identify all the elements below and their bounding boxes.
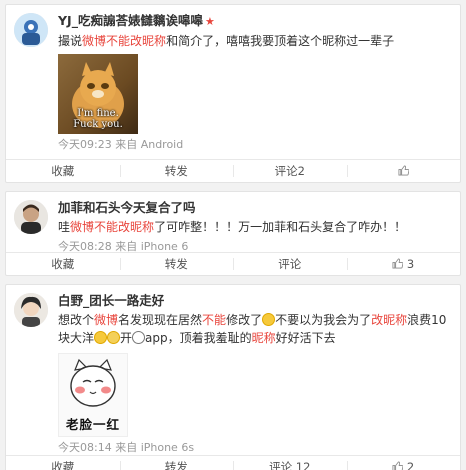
comment-button[interactable]: 评论 <box>233 253 347 275</box>
weibo-feed: YJ_吃痴謆荅婊讎黐诶嗥嗥 ★ 撮说微博不能改昵称和简介了，嘻嘻我要顶着这个昵称过… <box>5 4 461 470</box>
smile-emoji-icon <box>262 313 276 326</box>
repost-button[interactable]: 转发 <box>119 253 234 275</box>
post-text: 撮说微博不能改昵称和简介了，嘻嘻我要顶着这个昵称过一辈子 <box>58 34 395 48</box>
dog-emoji-icon <box>132 331 146 344</box>
post-image[interactable]: I'm fine. Fuck you. <box>58 54 138 134</box>
post-actions: 收藏 转发 评论2 <box>6 159 460 182</box>
collect-button[interactable]: 收藏 <box>6 456 120 470</box>
collect-button[interactable]: 收藏 <box>6 253 120 275</box>
post-username[interactable]: 白野_团长一路走好 <box>58 293 452 309</box>
repost-button[interactable]: 转发 <box>119 456 234 470</box>
like-button[interactable] <box>346 160 461 182</box>
thumbs-up-icon <box>392 461 404 470</box>
comment-button[interactable]: 评论2 <box>233 160 347 182</box>
repost-button[interactable]: 转发 <box>119 160 234 182</box>
post-text: 哇微博不能改昵称了可咋整！！！万一加菲和石头复合了咋办！！ <box>58 220 407 234</box>
post-card: 加菲和石头今天复合了吗 哇微博不能改昵称了可咋整！！！万一加菲和石头复合了咋办！… <box>5 191 461 276</box>
like-button[interactable]: 3 <box>346 253 461 275</box>
post-card: 白野_团长一路走好 想改个微博名发现现在居然不能修改了 不要以为我会为了改昵称浪费… <box>5 284 461 470</box>
post-actions: 收藏 转发 评论 3 <box>6 252 460 275</box>
image-caption: I'm fine. Fuck you. <box>73 108 123 130</box>
post-meta: 今天08:28 来自 iPhone 6 <box>58 240 189 253</box>
post-card: YJ_吃痴謆荅婊讎黐诶嗥嗥 ★ 撮说微博不能改昵称和简介了，嘻嘻我要顶着这个昵称过… <box>5 4 461 183</box>
star-icon: ★ <box>204 15 215 28</box>
thumbs-up-icon <box>398 165 409 176</box>
post-image[interactable]: 老脸一红 <box>58 353 128 437</box>
avatar[interactable] <box>14 200 48 234</box>
laugh-emoji-icon <box>94 331 108 344</box>
post-meta: 今天08:14 来自 iPhone 6s <box>58 441 195 454</box>
avatar[interactable] <box>14 13 48 47</box>
cry-emoji-icon <box>107 331 121 344</box>
post-meta: 今天09:23 来自 Android <box>58 138 184 151</box>
like-button[interactable]: 2 <box>346 456 461 470</box>
image-caption: 老脸一红 <box>65 417 120 432</box>
post-actions: 收藏 转发 评论 12 2 <box>6 455 460 470</box>
thumbs-up-icon <box>392 258 404 269</box>
post-username[interactable]: 加菲和石头今天复合了吗 <box>58 200 452 216</box>
post-username[interactable]: YJ_吃痴謆荅婊讎黐诶嗥嗥 ★ <box>58 13 452 30</box>
post-text: 想改个微博名发现现在居然不能修改了 不要以为我会为了改昵称浪费10块大洋开 app，… <box>58 313 447 345</box>
comment-button[interactable]: 评论 12 <box>233 456 347 470</box>
avatar[interactable] <box>14 293 48 327</box>
collect-button[interactable]: 收藏 <box>6 160 120 182</box>
